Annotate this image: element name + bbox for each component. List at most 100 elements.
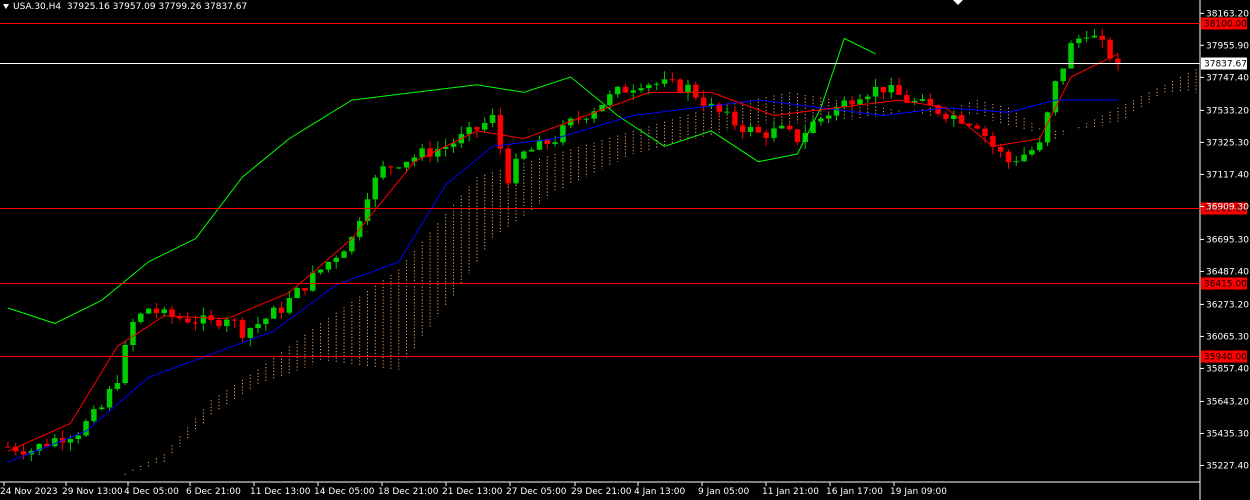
candle-body[interactable] [763,132,769,138]
candle-body[interactable] [294,288,300,299]
candle-body[interactable] [122,345,128,384]
candle-body[interactable] [286,298,293,313]
candle-body[interactable] [403,161,410,168]
candle-body[interactable] [216,319,222,327]
candle-body[interactable] [1083,37,1090,39]
candle-body[interactable] [841,100,848,107]
candle-body[interactable] [317,269,324,273]
candle-body[interactable] [325,261,332,270]
candle-body[interactable] [865,96,871,100]
candle-body[interactable] [583,118,590,120]
candle-body[interactable] [739,125,746,133]
candle-body[interactable] [544,139,551,144]
candle-body[interactable] [528,149,535,152]
candle-body[interactable] [896,85,902,96]
candle-body[interactable] [685,84,691,93]
candle-body[interactable] [388,166,394,168]
candle-body[interactable] [521,151,527,159]
candle-body[interactable] [779,125,785,129]
candle-body[interactable] [130,321,136,346]
candle-body[interactable] [224,319,230,327]
candle-body[interactable] [1013,161,1020,163]
candle-body[interactable] [536,139,543,150]
candle-body[interactable] [622,86,629,93]
candle-body[interactable] [239,320,246,338]
chart[interactable]: 38100.00 36900.00 36415.00 35940.00 37837.67… [0,0,1250,500]
candle-body[interactable] [247,328,253,338]
candle-body[interactable] [184,318,191,323]
candle-body[interactable] [755,127,762,133]
dropdown-triangle-icon[interactable] [3,4,9,9]
price-chart-svg[interactable]: 38100.0036900.0036415.0035940.0037837.67… [0,0,1250,500]
candle-body[interactable] [419,148,425,158]
candle-body[interactable] [489,115,496,123]
candle-body[interactable] [1060,68,1066,82]
candle-body[interactable] [630,90,637,93]
candle-body[interactable] [396,167,402,169]
candle-body[interactable] [700,97,707,106]
candle-body[interactable] [1107,39,1113,59]
candle-body[interactable] [278,307,285,313]
candle-body[interactable] [153,308,160,314]
candle-body[interactable] [825,115,832,119]
candle-body[interactable] [677,79,683,93]
candle-body[interactable] [872,86,879,97]
candle-body[interactable] [98,407,105,410]
candle-body[interactable] [927,99,934,106]
candle-body[interactable] [138,313,144,322]
candle-body[interactable] [560,125,566,143]
candle-body[interactable] [943,113,949,120]
candle-body[interactable] [1029,150,1035,155]
candle-body[interactable] [497,115,504,149]
candle-body[interactable] [380,166,386,178]
candle-body[interactable] [192,322,199,324]
candle-body[interactable] [333,257,339,262]
candle-body[interactable] [52,438,58,447]
chart-shift-marker-icon[interactable] [953,0,963,5]
candle-body[interactable] [231,319,238,321]
candle-body[interactable] [114,383,121,389]
candle-body[interactable] [466,127,472,135]
candle-body[interactable] [263,318,269,324]
candle-body[interactable] [106,388,113,408]
candle-body[interactable] [255,323,261,329]
candle-body[interactable] [661,79,668,84]
candle-body[interactable] [5,446,11,448]
candle-body[interactable] [1068,43,1074,69]
candle-body[interactable] [161,309,167,314]
candle-body[interactable] [614,86,621,95]
candle-body[interactable] [145,308,152,314]
candle-body[interactable] [724,111,730,113]
candle-body[interactable] [646,84,652,89]
candle-body[interactable] [997,146,1004,152]
candle-body[interactable] [270,307,277,319]
candle-body[interactable] [982,128,988,136]
candle-body[interactable] [474,127,480,130]
candle-body[interactable] [75,435,81,440]
candle-body[interactable] [302,288,308,291]
candle-body[interactable] [880,86,887,93]
candle-body[interactable] [505,148,511,184]
candle-body[interactable] [786,125,793,130]
candle-body[interactable] [20,451,27,455]
candle-body[interactable] [1037,142,1043,151]
candle-body[interactable] [83,421,89,436]
candle-body[interactable] [888,85,894,93]
candle-body[interactable] [1099,35,1106,40]
candle-body[interactable] [693,84,699,98]
candle-body[interactable] [771,128,777,138]
candle-body[interactable] [1115,58,1121,64]
candle-body[interactable] [1076,38,1082,44]
candle-body[interactable] [849,100,855,105]
candle-body[interactable] [732,111,738,126]
candle-body[interactable] [310,272,316,291]
candle-body[interactable] [1021,154,1027,162]
candle-body[interactable] [638,88,644,91]
candle-body[interactable] [607,94,613,106]
candle-body[interactable] [974,125,980,129]
candle-body[interactable] [67,439,74,443]
candle-body[interactable] [747,127,754,133]
candle-body[interactable] [653,83,660,85]
candle-body[interactable] [1005,151,1012,163]
candle-body[interactable] [482,122,488,130]
